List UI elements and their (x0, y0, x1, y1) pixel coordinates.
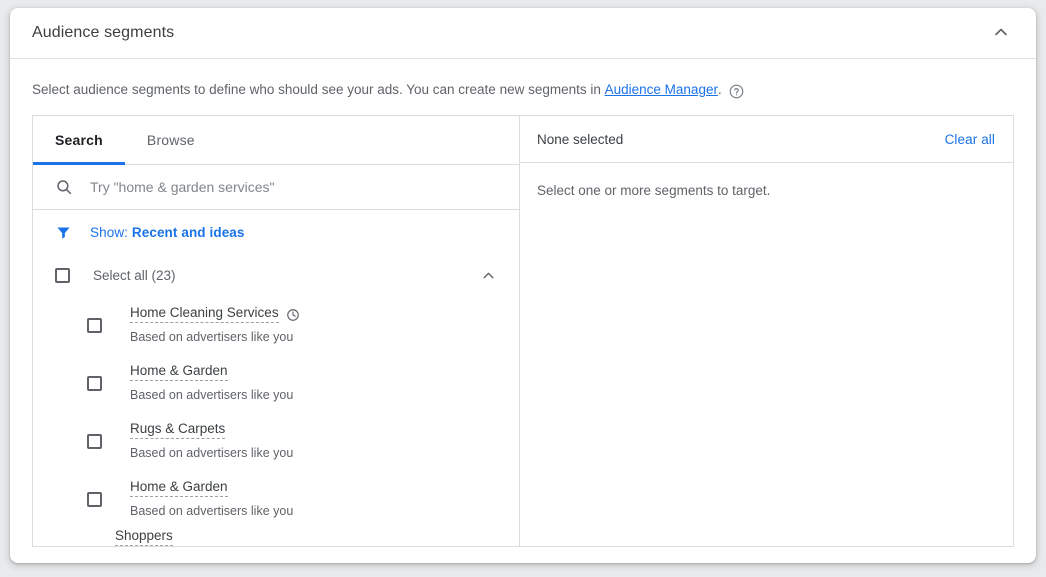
selection-header: None selected Clear all (520, 116, 1013, 163)
card-header: Audience segments (10, 8, 1036, 59)
segment-name[interactable]: Home & Garden (130, 479, 228, 497)
list-item[interactable]: Home & Garden Based on advertisers like … (33, 354, 519, 412)
segments-browser-pane: Search Browse Try "home & garden service… (33, 116, 520, 546)
search-input[interactable] (90, 179, 470, 195)
segment-body: Rugs & Carpets Based on advertisers like… (130, 421, 293, 461)
segment-subtitle: Based on advertisers like you (130, 330, 294, 344)
clear-all-button[interactable]: Clear all (945, 132, 995, 147)
segment-body: Home Cleaning Services Based on advertis… (130, 305, 300, 345)
filter-funnel-icon (55, 224, 72, 241)
audience-segments-card: Audience segments Select audience segmen… (10, 8, 1036, 563)
selection-status: None selected (537, 131, 624, 147)
segment-body: Shoppers (115, 528, 173, 546)
segment-title-row: Home Cleaning Services (130, 305, 300, 323)
tab-browse-label: Browse (146, 132, 195, 148)
segment-title-row: Home & Garden (130, 479, 293, 497)
tab-search[interactable]: Search (33, 116, 125, 165)
select-all-row: Select all (23) (33, 254, 519, 296)
segment-checkbox[interactable] (87, 317, 102, 333)
segment-body: Home & Garden Based on advertisers like … (130, 479, 293, 519)
select-all-label: Select all (23) (93, 267, 176, 283)
segment-name[interactable]: Shoppers (115, 528, 173, 546)
search-row (33, 165, 519, 210)
audience-manager-link[interactable]: Audience Manager (605, 81, 718, 99)
select-all-checkbox[interactable] (55, 267, 70, 283)
segment-body: Home & Garden Based on advertisers like … (130, 363, 293, 403)
segment-tabs: Search Browse (33, 116, 519, 165)
segment-subtitle: Based on advertisers like you (130, 504, 294, 518)
help-circle-icon[interactable] (729, 84, 744, 99)
segment-checkbox[interactable] (87, 375, 102, 391)
chevron-up-icon (991, 22, 1011, 45)
segment-name[interactable]: Home & Garden (130, 363, 228, 381)
search-icon (55, 178, 73, 196)
list-item[interactable]: Rugs & Carpets Based on advertisers like… (33, 412, 519, 470)
selection-pane: None selected Clear all Select one or mo… (520, 116, 1013, 546)
segment-title-row: Shoppers (115, 528, 173, 546)
description-text-after: . (717, 82, 722, 97)
clock-icon (286, 308, 300, 322)
segment-subtitle: Based on advertisers like you (130, 388, 294, 402)
collapse-list-button[interactable] (475, 262, 501, 288)
show-filter-prefix: Show: (90, 224, 132, 240)
collapse-section-button[interactable] (984, 16, 1018, 50)
segment-title-row: Rugs & Carpets (130, 421, 293, 439)
show-filter-value: Recent and ideas (131, 224, 245, 240)
list-item[interactable]: Shoppers (33, 528, 519, 546)
tab-search-label: Search (55, 132, 103, 148)
show-filter-row[interactable]: Show: Recent and ideas (33, 210, 519, 254)
segment-checkbox[interactable] (87, 491, 102, 507)
segment-name[interactable]: Rugs & Carpets (130, 421, 226, 439)
selection-empty-message: Select one or more segments to target. (537, 183, 771, 198)
list-item[interactable]: Home Cleaning Services Based on advertis… (33, 296, 519, 354)
segments-panel: Search Browse Try "home & garden service… (32, 115, 1014, 547)
segments-list[interactable]: Show: Recent and ideas Select all (23) H… (33, 210, 519, 546)
segment-name[interactable]: Home Cleaning Services (130, 305, 279, 323)
list-item[interactable]: Home & Garden Based on advertisers like … (33, 470, 519, 528)
description-text-before: Select audience segments to define who s… (32, 82, 605, 97)
show-filter-label: Show: Recent and ideas (90, 225, 245, 240)
section-description: Select audience segments to define who s… (10, 59, 1036, 115)
segment-subtitle: Based on advertisers like you (130, 446, 294, 460)
segment-checkbox[interactable] (87, 433, 102, 449)
tab-browse[interactable]: Browse (125, 116, 217, 164)
segment-title-row: Home & Garden (130, 363, 293, 381)
page-title: Audience segments (32, 24, 175, 41)
